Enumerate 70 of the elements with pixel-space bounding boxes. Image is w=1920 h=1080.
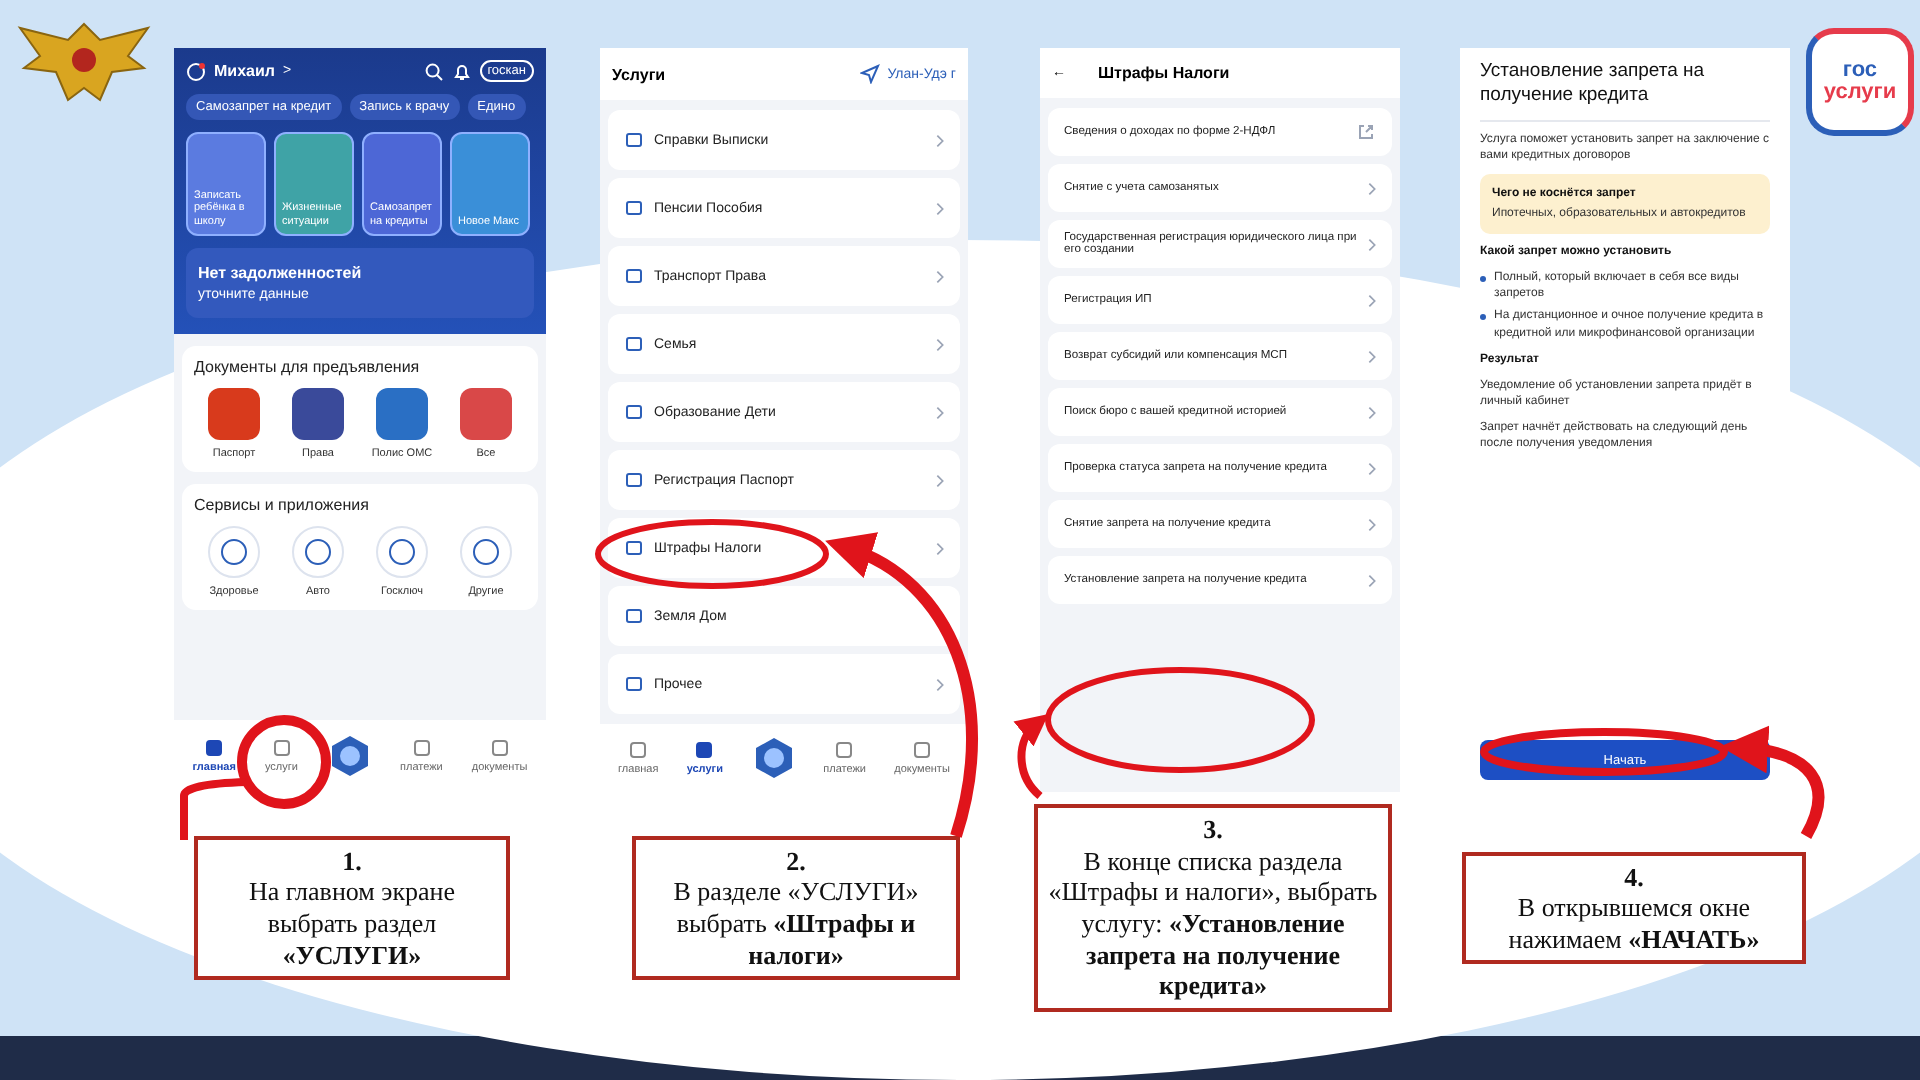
connector-line [180,778,247,840]
document-icon[interactable] [376,388,428,440]
highlight-circle [237,715,331,809]
screen-title: Штрафы Налоги [1098,64,1230,82]
service-icon[interactable] [208,526,260,578]
bullet-icon [1480,314,1486,321]
chevron-icon [936,201,944,215]
chevron-icon [1368,405,1376,419]
document-icon[interactable] [292,388,344,440]
chevron-icon [936,473,944,487]
step-text: На главном экране выбрать раздел «УСЛУГИ» [246,876,458,971]
service-icon[interactable] [292,526,344,578]
tab-icon [204,738,225,758]
chevron-icon [936,541,944,555]
service-icon[interactable] [460,526,512,578]
category-icon [624,470,644,490]
tab-icon [912,740,933,760]
chevron-icon [1368,573,1376,587]
card-title: Документы для предъявления [194,358,422,376]
external-link-icon [1356,122,1376,142]
chevron-icon [936,677,944,691]
tab-icon [694,740,715,760]
gosuslugi-logo: гос услуги [1806,28,1914,136]
chevron-icon [1368,349,1376,363]
tab-icon [834,740,855,760]
step-text: В открывшемся окне нажимаем «НАЧАТЬ» [1506,892,1762,955]
tab-icon [271,738,292,758]
profile-icon[interactable] [186,61,206,81]
step-number: 1. [340,845,364,877]
debt-title: Нет задолженностей [198,264,364,282]
step-number: 4. [1622,861,1646,893]
step-text: В разделе «УСЛУГИ» выбрать «Штрафы и налоги» [671,876,921,971]
category-icon [624,130,644,150]
assistant-avatar-icon[interactable] [751,736,796,780]
service-icon[interactable] [376,526,428,578]
user-name[interactable]: Михаил [214,62,275,80]
chevron-icon [936,337,944,351]
tab-icon [628,740,649,760]
category-icon [624,334,644,354]
curved-arrow [1013,712,1048,799]
tab-icon [489,738,510,758]
bullet-icon [1480,276,1486,283]
category-icon [624,674,644,694]
page-title: Установление запрета на получение кредита [1480,60,1770,122]
category-icon [624,198,644,218]
step-number: 2. [784,845,808,877]
assistant-avatar-icon[interactable] [327,734,371,778]
search-icon[interactable] [423,61,444,81]
chevron-icon [1368,237,1376,251]
category-icon [624,402,644,422]
chevron-icon [936,269,944,283]
chevron-icon [1368,181,1376,195]
chevron-icon [936,133,944,147]
chevron-icon [1368,293,1376,307]
step-number: 3. [1201,814,1225,846]
category-icon [624,606,644,626]
chevron-icon [1368,517,1376,531]
tab-icon [411,738,432,758]
chevron-icon [936,405,944,419]
screen-title: Услуги [612,65,666,83]
curved-arrow [1720,726,1825,839]
document-icon[interactable] [460,388,512,440]
location-arrow-icon [859,64,880,84]
category-icon [624,266,644,286]
chevron-icon [1368,461,1376,475]
card-title: Сервисы и приложения [194,496,371,514]
bell-icon[interactable] [451,61,472,81]
category-icon [624,538,644,558]
step-text: В конце списка раздела «Штрафы и налоги», выбрать услугу: «Установление запрета на получение кредита» [1046,845,1380,1002]
document-icon[interactable] [208,388,260,440]
